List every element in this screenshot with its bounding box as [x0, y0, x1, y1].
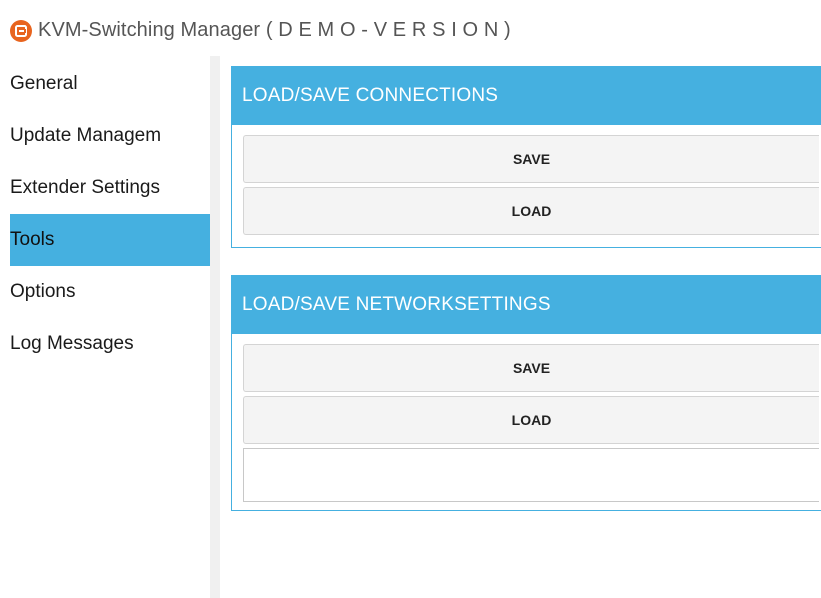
- networksettings-panel-title: LOAD/SAVE NETWORKSETTINGS: [232, 276, 821, 334]
- save-connections-button[interactable]: SAVE: [243, 135, 819, 183]
- title-bar: KVM-Switching Manager ( D E M O - V E R …: [0, 0, 821, 52]
- app-logo-icon: [10, 20, 32, 42]
- connections-panel-title: LOAD/SAVE CONNECTIONS: [232, 67, 821, 125]
- networksettings-panel-body: SAVE LOAD: [232, 334, 821, 510]
- sidebar-item-options[interactable]: Options: [10, 266, 210, 318]
- sidebar-nav: General Update Managem Extender Settings…: [0, 56, 210, 598]
- sidebar-item-update-management[interactable]: Update Managem: [10, 110, 210, 162]
- sidebar-item-general[interactable]: General: [10, 58, 210, 110]
- sidebar-splitter[interactable]: [210, 56, 220, 598]
- load-networksettings-button[interactable]: LOAD: [243, 396, 819, 444]
- sidebar-item-tools[interactable]: Tools: [10, 214, 210, 266]
- sidebar-item-extender-settings[interactable]: Extender Settings: [10, 162, 210, 214]
- sidebar-item-label: General: [10, 73, 78, 94]
- sidebar-item-label: Options: [10, 281, 76, 302]
- app-window: KVM-Switching Manager ( D E M O - V E R …: [0, 0, 821, 598]
- sidebar-item-log-messages[interactable]: Log Messages: [10, 318, 210, 370]
- window-title: KVM-Switching Manager ( D E M O - V E R …: [38, 19, 511, 41]
- sidebar-item-label: Update Managem: [10, 125, 162, 146]
- sidebar-item-label: Tools: [10, 229, 55, 250]
- load-connections-button[interactable]: LOAD: [243, 187, 819, 235]
- networksettings-path-field[interactable]: [243, 448, 819, 502]
- sidebar-item-label: Extender Settings: [10, 177, 160, 198]
- connections-panel: LOAD/SAVE CONNECTIONS SAVE LOAD: [231, 66, 821, 248]
- connections-panel-body: SAVE LOAD: [232, 125, 821, 247]
- save-networksettings-button[interactable]: SAVE: [243, 344, 819, 392]
- networksettings-panel: LOAD/SAVE NETWORKSETTINGS SAVE LOAD: [231, 275, 821, 511]
- sidebar-item-label: Log Messages: [10, 333, 134, 354]
